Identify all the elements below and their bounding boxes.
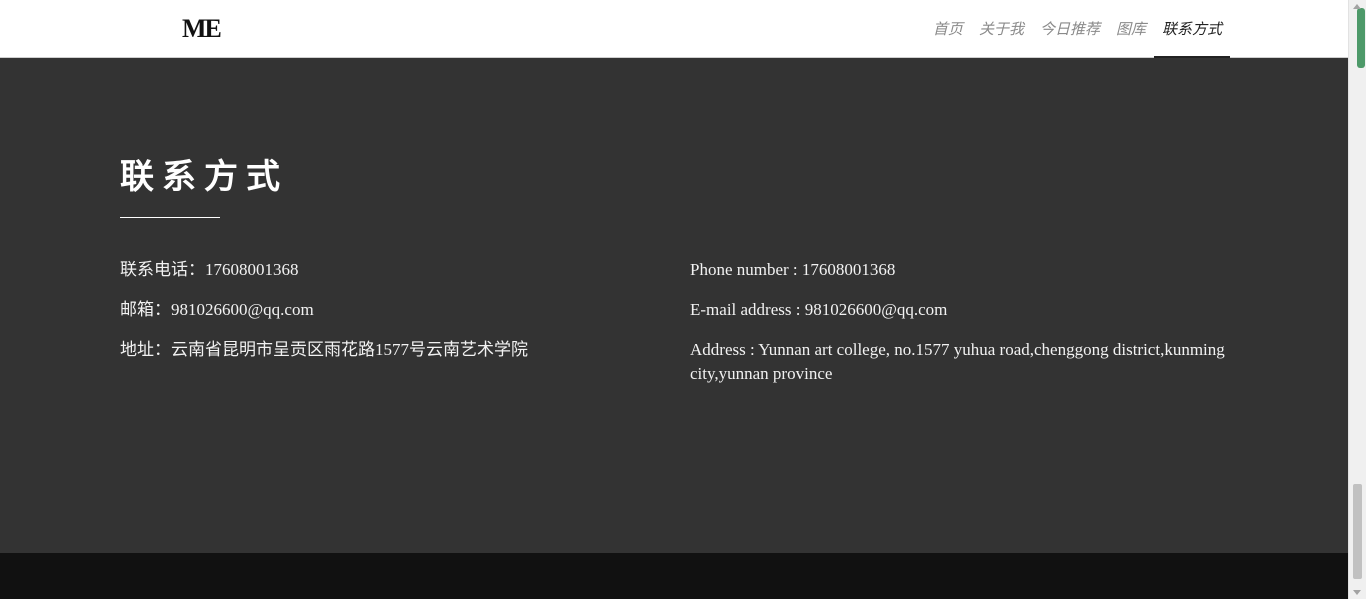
scroll-thumb[interactable] (1353, 484, 1362, 579)
nav-today-recommend[interactable]: 今日推荐 (1032, 0, 1108, 57)
top-navbar: ME 首页 关于我 今日推荐 图库 联系方式 (0, 0, 1349, 58)
contact-title: 联系方式 (120, 157, 288, 197)
title-underline (120, 217, 220, 218)
nav-about[interactable]: 关于我 (971, 0, 1032, 57)
scroll-up-arrow-icon[interactable] (1353, 4, 1361, 9)
contact-info-chinese: 联系电话：17608001368 邮箱：981026600@qq.com 地址：… (120, 258, 660, 378)
page: ME 首页 关于我 今日推荐 图库 联系方式 联系方式 联系电话：1760800… (0, 0, 1366, 599)
main-nav: 首页 关于我 今日推荐 图库 联系方式 (925, 0, 1231, 58)
address-cn: 地址：云南省昆明市呈贡区雨花路1577号云南艺术学院 (120, 340, 528, 359)
nav-home[interactable]: 首页 (925, 0, 971, 57)
contact-info-english: Phone number : 17608001368 E-mail addres… (690, 258, 1235, 402)
footer-bar (0, 553, 1349, 599)
site-logo[interactable]: ME (182, 14, 222, 44)
email-cn: 邮箱：981026600@qq.com (120, 300, 314, 319)
phone-en: Phone number : 17608001368 (690, 260, 896, 279)
address-en: Address : Yunnan art college, no.1577 yu… (690, 340, 1225, 383)
contact-section: 联系方式 联系电话：17608001368 邮箱：981026600@qq.co… (0, 58, 1349, 553)
phone-cn: 联系电话：17608001368 (120, 260, 299, 279)
scroll-down-arrow-icon[interactable] (1353, 590, 1361, 595)
nav-contact[interactable]: 联系方式 (1153, 0, 1231, 58)
scroll-indicator-accent (1357, 8, 1365, 68)
email-en: E-mail address : 981026600@qq.com (690, 300, 948, 319)
nav-gallery[interactable]: 图库 (1108, 0, 1154, 57)
vertical-scrollbar[interactable] (1348, 0, 1366, 599)
